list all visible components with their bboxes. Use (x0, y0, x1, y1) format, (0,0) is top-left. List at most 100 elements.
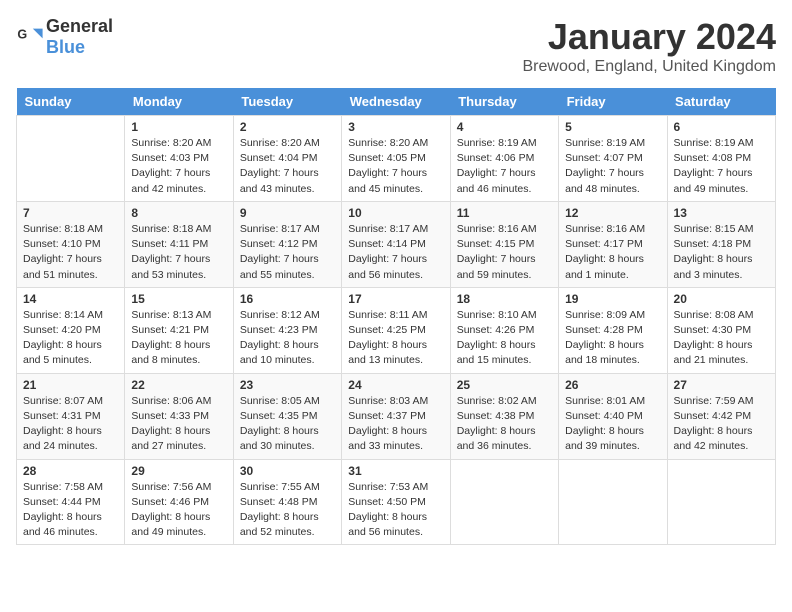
day-number: 27 (674, 378, 769, 392)
day-content: Sunrise: 8:09 AMSunset: 4:28 PMDaylight:… (565, 308, 660, 369)
page-header: G General Blue January 2024 Brewood, Eng… (16, 16, 776, 76)
calendar-cell: 21 Sunrise: 8:07 AMSunset: 4:31 PMDayligh… (17, 373, 125, 459)
calendar-week-row: 21 Sunrise: 8:07 AMSunset: 4:31 PMDayligh… (17, 373, 776, 459)
day-number: 22 (131, 378, 226, 392)
calendar-header-row: SundayMondayTuesdayWednesdayThursdayFrid… (17, 88, 776, 116)
day-number: 3 (348, 120, 443, 134)
calendar-cell: 6 Sunrise: 8:19 AMSunset: 4:08 PMDaylight… (667, 116, 775, 202)
calendar-cell: 11 Sunrise: 8:16 AMSunset: 4:15 PMDayligh… (450, 201, 558, 287)
day-content: Sunrise: 8:14 AMSunset: 4:20 PMDaylight:… (23, 308, 118, 369)
calendar-cell: 27 Sunrise: 7:59 AMSunset: 4:42 PMDayligh… (667, 373, 775, 459)
calendar-cell: 5 Sunrise: 8:19 AMSunset: 4:07 PMDaylight… (559, 116, 667, 202)
day-content: Sunrise: 8:11 AMSunset: 4:25 PMDaylight:… (348, 308, 443, 369)
logo-general-text: General (46, 16, 113, 36)
calendar-cell: 4 Sunrise: 8:19 AMSunset: 4:06 PMDaylight… (450, 116, 558, 202)
day-number: 17 (348, 292, 443, 306)
calendar-cell (559, 459, 667, 545)
day-number: 11 (457, 206, 552, 220)
day-number: 10 (348, 206, 443, 220)
day-content: Sunrise: 8:17 AMSunset: 4:12 PMDaylight:… (240, 222, 335, 283)
logo-blue-text: Blue (46, 37, 85, 57)
calendar-cell: 25 Sunrise: 8:02 AMSunset: 4:38 PMDayligh… (450, 373, 558, 459)
day-content: Sunrise: 8:18 AMSunset: 4:11 PMDaylight:… (131, 222, 226, 283)
day-content: Sunrise: 8:03 AMSunset: 4:37 PMDaylight:… (348, 394, 443, 455)
day-content: Sunrise: 8:18 AMSunset: 4:10 PMDaylight:… (23, 222, 118, 283)
svg-text:G: G (17, 27, 27, 41)
calendar-cell: 18Sunrise: 8:10 AMSunset: 4:26 PMDayligh… (450, 287, 558, 373)
calendar-cell: 7 Sunrise: 8:18 AMSunset: 4:10 PMDaylight… (17, 201, 125, 287)
day-content: Sunrise: 8:16 AMSunset: 4:17 PMDaylight:… (565, 222, 660, 283)
calendar-cell: 20 Sunrise: 8:08 AMSunset: 4:30 PMDayligh… (667, 287, 775, 373)
calendar-cell: 2Sunrise: 8:20 AMSunset: 4:04 PMDaylight… (233, 116, 341, 202)
col-header-friday: Friday (559, 88, 667, 116)
day-number: 31 (348, 464, 443, 478)
calendar-cell: 28Sunrise: 7:58 AMSunset: 4:44 PMDayligh… (17, 459, 125, 545)
calendar-week-row: 14Sunrise: 8:14 AMSunset: 4:20 PMDayligh… (17, 287, 776, 373)
calendar-cell: 14Sunrise: 8:14 AMSunset: 4:20 PMDayligh… (17, 287, 125, 373)
day-number: 21 (23, 378, 118, 392)
day-number: 6 (674, 120, 769, 134)
calendar-cell: 19 Sunrise: 8:09 AMSunset: 4:28 PMDayligh… (559, 287, 667, 373)
calendar-cell: 30Sunrise: 7:55 AMSunset: 4:48 PMDayligh… (233, 459, 341, 545)
day-number: 1 (131, 120, 226, 134)
day-content: Sunrise: 8:19 AMSunset: 4:07 PMDaylight:… (565, 136, 660, 197)
month-title: January 2024 (523, 16, 777, 58)
calendar-cell: 26 Sunrise: 8:01 AMSunset: 4:40 PMDayligh… (559, 373, 667, 459)
calendar-cell: 10 Sunrise: 8:17 AMSunset: 4:14 PMDayligh… (342, 201, 450, 287)
logo: G General Blue (16, 16, 113, 58)
calendar-cell: 24Sunrise: 8:03 AMSunset: 4:37 PMDayligh… (342, 373, 450, 459)
day-number: 25 (457, 378, 552, 392)
day-number: 4 (457, 120, 552, 134)
day-content: Sunrise: 8:17 AMSunset: 4:14 PMDaylight:… (348, 222, 443, 283)
calendar-cell: 8 Sunrise: 8:18 AMSunset: 4:11 PMDaylight… (125, 201, 233, 287)
day-content: Sunrise: 8:08 AMSunset: 4:30 PMDaylight:… (674, 308, 769, 369)
day-content: Sunrise: 8:05 AMSunset: 4:35 PMDaylight:… (240, 394, 335, 455)
day-content: Sunrise: 8:16 AMSunset: 4:15 PMDaylight:… (457, 222, 552, 283)
calendar-cell: 3 Sunrise: 8:20 AMSunset: 4:05 PMDaylight… (342, 116, 450, 202)
calendar-cell: 15 Sunrise: 8:13 AMSunset: 4:21 PMDayligh… (125, 287, 233, 373)
day-content: Sunrise: 8:02 AMSunset: 4:38 PMDaylight:… (457, 394, 552, 455)
calendar-cell: 9Sunrise: 8:17 AMSunset: 4:12 PMDaylight… (233, 201, 341, 287)
col-header-saturday: Saturday (667, 88, 775, 116)
calendar-week-row: 7 Sunrise: 8:18 AMSunset: 4:10 PMDaylight… (17, 201, 776, 287)
calendar-cell: 22Sunrise: 8:06 AMSunset: 4:33 PMDayligh… (125, 373, 233, 459)
col-header-tuesday: Tuesday (233, 88, 341, 116)
day-number: 13 (674, 206, 769, 220)
day-number: 26 (565, 378, 660, 392)
calendar-cell (450, 459, 558, 545)
col-header-sunday: Sunday (17, 88, 125, 116)
calendar-cell (667, 459, 775, 545)
day-content: Sunrise: 8:20 AMSunset: 4:05 PMDaylight:… (348, 136, 443, 197)
day-content: Sunrise: 7:58 AMSunset: 4:44 PMDaylight:… (23, 480, 118, 541)
day-content: Sunrise: 8:12 AMSunset: 4:23 PMDaylight:… (240, 308, 335, 369)
day-number: 20 (674, 292, 769, 306)
day-content: Sunrise: 8:10 AMSunset: 4:26 PMDaylight:… (457, 308, 552, 369)
day-content: Sunrise: 7:56 AMSunset: 4:46 PMDaylight:… (131, 480, 226, 541)
col-header-thursday: Thursday (450, 88, 558, 116)
calendar-table: SundayMondayTuesdayWednesdayThursdayFrid… (16, 88, 776, 545)
day-number: 16 (240, 292, 335, 306)
day-number: 5 (565, 120, 660, 134)
day-number: 19 (565, 292, 660, 306)
day-number: 7 (23, 206, 118, 220)
day-content: Sunrise: 8:13 AMSunset: 4:21 PMDaylight:… (131, 308, 226, 369)
title-area: January 2024 Brewood, England, United Ki… (523, 16, 777, 76)
day-content: Sunrise: 8:07 AMSunset: 4:31 PMDaylight:… (23, 394, 118, 455)
day-number: 15 (131, 292, 226, 306)
day-number: 29 (131, 464, 226, 478)
calendar-cell: 23 Sunrise: 8:05 AMSunset: 4:35 PMDayligh… (233, 373, 341, 459)
col-header-monday: Monday (125, 88, 233, 116)
calendar-cell: 17 Sunrise: 8:11 AMSunset: 4:25 PMDayligh… (342, 287, 450, 373)
day-content: Sunrise: 7:59 AMSunset: 4:42 PMDaylight:… (674, 394, 769, 455)
day-content: Sunrise: 7:53 AMSunset: 4:50 PMDaylight:… (348, 480, 443, 541)
day-content: Sunrise: 8:19 AMSunset: 4:06 PMDaylight:… (457, 136, 552, 197)
day-content: Sunrise: 8:01 AMSunset: 4:40 PMDaylight:… (565, 394, 660, 455)
calendar-cell: 13Sunrise: 8:15 AMSunset: 4:18 PMDayligh… (667, 201, 775, 287)
day-number: 30 (240, 464, 335, 478)
day-number: 8 (131, 206, 226, 220)
col-header-wednesday: Wednesday (342, 88, 450, 116)
calendar-cell: 31 Sunrise: 7:53 AMSunset: 4:50 PMDayligh… (342, 459, 450, 545)
day-number: 23 (240, 378, 335, 392)
calendar-week-row: 28Sunrise: 7:58 AMSunset: 4:44 PMDayligh… (17, 459, 776, 545)
day-content: Sunrise: 8:19 AMSunset: 4:08 PMDaylight:… (674, 136, 769, 197)
